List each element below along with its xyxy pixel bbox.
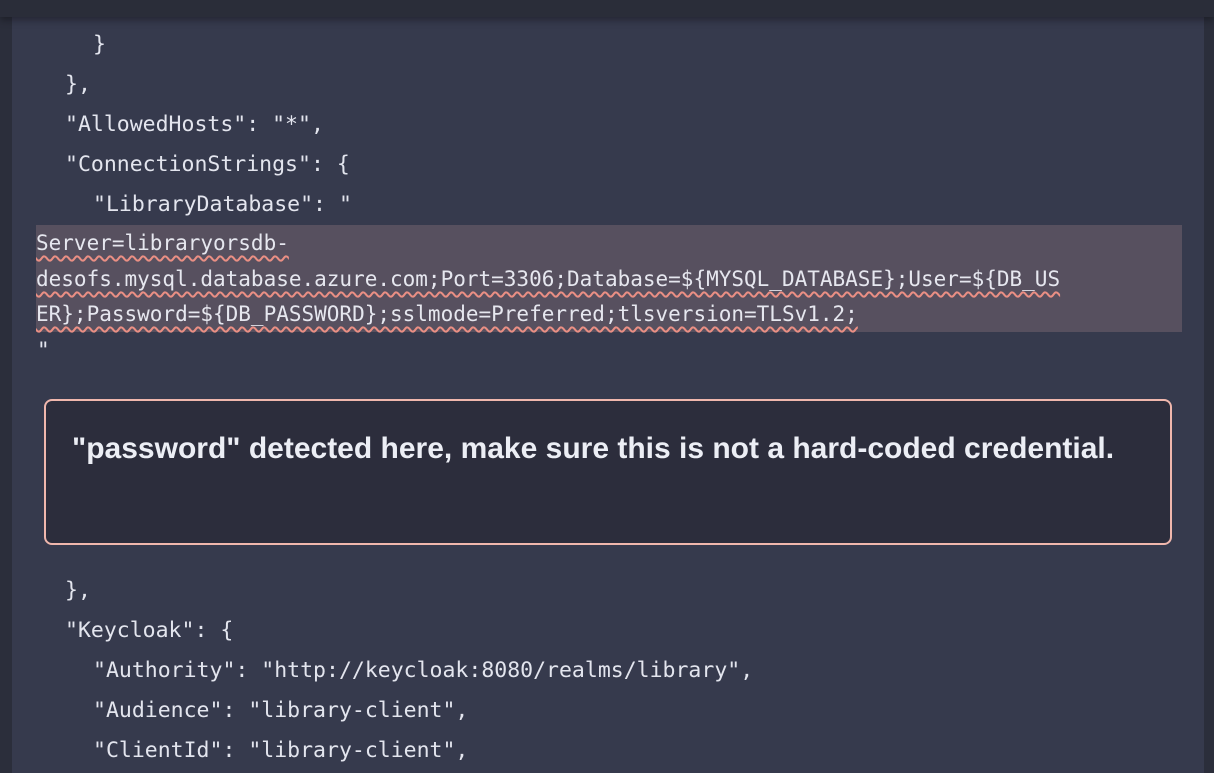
code-line: } — [93, 32, 106, 57]
flagged-line: ER};Password=${DB_PASSWORD};sslmode=Pref… — [36, 302, 858, 326]
code-line: "LibraryDatabase": " — [93, 192, 352, 217]
code-line: }, — [65, 72, 91, 97]
code-block: } }, "AllowedHosts": "*", "ConnectionStr… — [12, 0, 1204, 773]
top-toolbar — [0, 0, 1214, 17]
code-line: "Authority": "http://keycloak:8080/realm… — [93, 658, 754, 683]
code-line: "AllowedHosts": "*", — [65, 112, 324, 137]
flagged-connection-string[interactable]: Server=libraryorsdb- desofs.mysql.databa… — [36, 225, 1182, 332]
code-line: "ClientId": "library-client", — [93, 738, 469, 763]
password-warning-tooltip: "password" detected here, make sure this… — [44, 399, 1172, 545]
flagged-line: Server=libraryorsdb- — [36, 231, 289, 255]
code-line: "Keycloak": { — [65, 618, 234, 643]
flagged-line: desofs.mysql.database.azure.com;Port=330… — [36, 267, 1061, 291]
editor-viewport: } }, "AllowedHosts": "*", "ConnectionStr… — [0, 0, 1214, 773]
code-line: "ConnectionStrings": { — [65, 152, 350, 177]
closing-quote: " — [37, 338, 50, 362]
warning-message: "password" detected here, make sure this… — [72, 432, 1115, 465]
code-line: "Audience": "library-client", — [93, 698, 469, 723]
code-line: }, — [65, 578, 91, 603]
